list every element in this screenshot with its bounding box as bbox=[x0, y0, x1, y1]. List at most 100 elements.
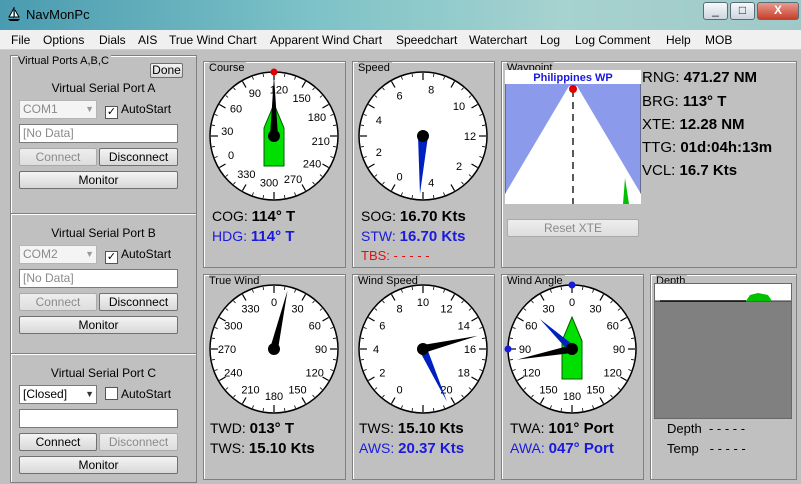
true-wind-dial: 0 30 60 90 120150 180 210 240 270 300 330 bbox=[209, 284, 339, 414]
dial-hub bbox=[268, 343, 280, 355]
bow-marker-icon bbox=[568, 281, 576, 289]
port-a-disconnect-button[interactable]: Disconnect bbox=[99, 148, 178, 166]
port-a-data-field: [No Data] bbox=[19, 124, 178, 143]
dial-tick bbox=[482, 359, 486, 361]
reset-xte-button[interactable]: Reset XTE bbox=[507, 219, 639, 237]
close-button[interactable]: X bbox=[757, 2, 799, 20]
wind-speed-panel: Wind Speed 0 2 4 6 8 10 12 14 16 18 20 TWS: 15.10 … bbox=[352, 274, 495, 480]
dial-tick-label: 4 bbox=[428, 177, 434, 189]
dial-tick-label: 330 bbox=[237, 169, 255, 181]
stw-value: 16.70 Kts bbox=[399, 228, 466, 245]
port-a-autostart[interactable]: ✓ AutoStart bbox=[105, 102, 171, 119]
dial-tick-label: 90 bbox=[519, 344, 531, 356]
port-c-monitor-button[interactable]: Monitor bbox=[19, 456, 178, 474]
minimize-button[interactable]: _ bbox=[703, 2, 728, 20]
port-b-autostart[interactable]: ✓ AutoStart bbox=[105, 247, 171, 264]
dial-tick bbox=[333, 337, 337, 339]
dial-tick-label: 10 bbox=[453, 101, 465, 113]
dial-tick bbox=[284, 286, 286, 290]
hdg-value: 114° T bbox=[250, 228, 295, 245]
menu-waterchart[interactable]: Waterchart bbox=[469, 33, 527, 47]
dial-tick-label: 60 bbox=[309, 321, 321, 333]
dial-tick bbox=[284, 73, 286, 77]
dial-tick bbox=[262, 408, 264, 412]
done-button[interactable]: Done bbox=[150, 63, 183, 78]
rng-readout: RNG: 471.27 NM bbox=[642, 69, 758, 86]
dial-tick bbox=[333, 146, 337, 148]
cog-readout: COG: 114° T bbox=[212, 208, 296, 225]
port-b-title: Virtual Serial Port B bbox=[51, 226, 156, 240]
dial-tick-label: 300 bbox=[260, 178, 278, 190]
menu-help[interactable]: Help bbox=[666, 33, 691, 47]
dial-tick-label: 0 bbox=[396, 172, 402, 184]
port-c-title: Virtual Serial Port C bbox=[50, 366, 157, 380]
port-b-disconnect-button[interactable]: Disconnect bbox=[99, 293, 178, 311]
menu-mob[interactable]: MOB bbox=[705, 33, 732, 47]
dial-tick bbox=[433, 73, 435, 77]
dial-tick-label: 180 bbox=[308, 112, 326, 124]
dial-tick-label: 30 bbox=[542, 303, 554, 315]
menu-bar: File Options Dials AIS True Wind Chart A… bbox=[0, 30, 801, 50]
stw-readout: STW: 16.70 Kts bbox=[361, 228, 466, 245]
port-c-disconnect-button[interactable]: Disconnect bbox=[99, 433, 178, 451]
virtual-ports-panel: Virtual Ports A,B,C Done Virtual Serial … bbox=[10, 55, 197, 483]
dial-tick bbox=[560, 408, 562, 412]
sailboat-app-icon bbox=[8, 7, 20, 21]
menu-apparent-wind-chart[interactable]: Apparent Wind Chart bbox=[270, 33, 382, 47]
dial-tick-label: 240 bbox=[224, 368, 242, 380]
title-bar: NavMonPc _ □ X bbox=[0, 0, 801, 30]
course-panel: Course 120 150 180 210 240 270 300 330 0 30 60 90 C… bbox=[203, 61, 346, 268]
dial-tick-label: 90 bbox=[249, 88, 261, 100]
dial-tick bbox=[631, 359, 635, 361]
dial-tick bbox=[262, 195, 264, 199]
port-a-group: Virtual Serial Port A COM1 ▼ ✓ AutoStart [… bbox=[11, 78, 196, 218]
menu-speedchart[interactable]: Speedchart bbox=[396, 33, 457, 47]
port-c-autostart[interactable]: AutoStart bbox=[105, 387, 171, 401]
speed-panel: Speed 0 2 4 6 8 10 12 2 4 SOG: 16.70 Kts STW: 16… bbox=[352, 61, 495, 268]
dial-tick bbox=[262, 73, 264, 77]
dial-tick-label: 2 bbox=[456, 161, 462, 173]
dial-tick-label: 30 bbox=[221, 126, 233, 138]
port-b-combo[interactable]: COM2 ▼ bbox=[19, 245, 97, 264]
awa-value: 047° Port bbox=[548, 440, 614, 457]
dial-tick-label: 330 bbox=[241, 303, 259, 315]
depth-readout: Depth - - - - - bbox=[667, 421, 746, 436]
sog-readout: SOG: 16.70 Kts bbox=[361, 208, 466, 225]
menu-ais[interactable]: AIS bbox=[138, 33, 157, 47]
port-c-connect-button[interactable]: Connect bbox=[19, 433, 97, 451]
menu-true-wind-chart[interactable]: True Wind Chart bbox=[169, 33, 257, 47]
port-c-data-field[interactable] bbox=[19, 409, 178, 428]
port-a-connect-button[interactable]: Connect bbox=[19, 148, 97, 166]
port-b-monitor-button[interactable]: Monitor bbox=[19, 316, 178, 334]
port-c-group: Virtual Serial Port C [Closed] ▼ AutoStar… bbox=[11, 363, 196, 483]
dial-tick-label: 16 bbox=[464, 344, 476, 356]
port-c-combo[interactable]: [Closed] ▼ bbox=[19, 385, 97, 404]
port-a-monitor-button[interactable]: Monitor bbox=[19, 171, 178, 189]
dial-tick-label: 120 bbox=[270, 84, 288, 96]
port-b-connect-button[interactable]: Connect bbox=[19, 293, 97, 311]
menu-dials[interactable]: Dials bbox=[99, 33, 126, 47]
dial-tick bbox=[582, 408, 584, 412]
maximize-button[interactable]: □ bbox=[730, 2, 755, 20]
checkbox-checked-icon: ✓ bbox=[105, 251, 118, 264]
dial-tick-label: 4 bbox=[373, 344, 379, 356]
twa-value: 101° Port bbox=[548, 420, 614, 437]
dial-tick bbox=[333, 359, 337, 361]
dial-hub bbox=[417, 343, 429, 355]
dial-tick bbox=[411, 408, 413, 412]
dial-tick-label: 210 bbox=[312, 136, 330, 148]
menu-log-comment[interactable]: Log Comment bbox=[575, 33, 650, 47]
dial-tick bbox=[433, 408, 435, 412]
dial-tick-label: 120 bbox=[522, 368, 540, 380]
dial-tick-label: 150 bbox=[586, 385, 604, 397]
port-a-combo[interactable]: COM1 ▼ bbox=[19, 100, 97, 119]
port-marker-icon bbox=[504, 345, 512, 353]
dial-tick-label: 180 bbox=[265, 391, 283, 403]
heading-marker-icon bbox=[270, 68, 278, 76]
menu-file[interactable]: File bbox=[11, 33, 30, 47]
ws-tws-readout: TWS: 15.10 Kts bbox=[359, 420, 464, 437]
dial-tick-label: 90 bbox=[315, 344, 327, 356]
menu-log[interactable]: Log bbox=[540, 33, 560, 47]
tws-readout: TWS: 15.10 Kts bbox=[210, 440, 315, 457]
menu-options[interactable]: Options bbox=[43, 33, 84, 47]
